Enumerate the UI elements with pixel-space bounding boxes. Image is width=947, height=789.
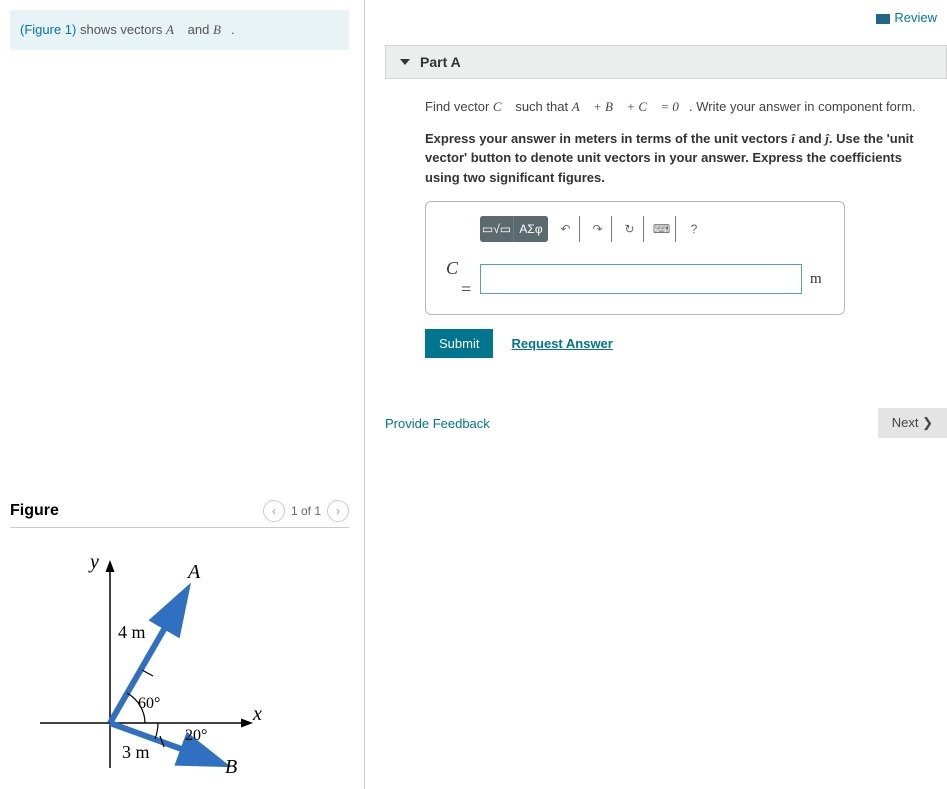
- svg-text:x: x: [252, 703, 262, 725]
- svg-text:3 m: 3 m: [122, 742, 150, 762]
- vector-b-symbol: B⃗: [213, 22, 231, 37]
- greek-button[interactable]: ΑΣφ: [514, 216, 548, 242]
- equation-toolbar: ▭√▭ ΑΣφ ↶ ↷ ↻ ⌨ ?: [480, 216, 830, 242]
- provide-feedback-link[interactable]: Provide Feedback: [385, 416, 490, 431]
- figure-next-button[interactable]: ›: [327, 500, 349, 522]
- answer-instructions: Express your answer in meters in terms o…: [425, 129, 927, 188]
- submit-button[interactable]: Submit: [425, 329, 493, 358]
- keyboard-button[interactable]: ⌨: [648, 216, 676, 242]
- question-prompt: Find vector C⃗ such that A⃗ + B⃗ + C⃗ = …: [425, 97, 927, 117]
- next-button[interactable]: Next ❯: [878, 408, 947, 438]
- figure-prev-button[interactable]: ‹: [263, 500, 285, 522]
- svg-text:20°: 20°: [185, 727, 207, 744]
- c-equals-label: C⃗ =: [440, 258, 472, 300]
- figure-page-indicator: 1 of 1: [291, 504, 321, 518]
- part-a-body: Find vector C⃗ such that A⃗ + B⃗ + C⃗ = …: [385, 79, 947, 368]
- svg-text:4 m: 4 m: [118, 622, 146, 642]
- left-panel: (Figure 1) shows vectors A⃗ and B⃗. Figu…: [0, 0, 365, 789]
- collapse-icon: [400, 59, 410, 65]
- review-link[interactable]: Review: [385, 10, 947, 25]
- svg-text:B⃗: B⃗: [225, 756, 253, 778]
- intro-text-1: shows vectors: [76, 22, 166, 37]
- svg-text:A⃗: A⃗: [186, 561, 216, 583]
- part-a-label: Part A: [420, 54, 461, 70]
- answer-box: ▭√▭ ΑΣφ ↶ ↷ ↻ ⌨ ? C⃗ = m: [425, 201, 845, 315]
- reset-button[interactable]: ↻: [616, 216, 644, 242]
- figure-section: Figure ‹ 1 of 1 ›: [10, 500, 349, 778]
- svg-text:60°: 60°: [138, 695, 160, 712]
- part-a-header[interactable]: Part A: [385, 45, 947, 79]
- answer-input[interactable]: [480, 264, 802, 294]
- intro-text-3: .: [231, 22, 235, 37]
- problem-statement: (Figure 1) shows vectors A⃗ and B⃗.: [10, 10, 349, 50]
- right-panel: Review Part A Find vector C⃗ such that A…: [365, 0, 947, 789]
- figure-diagram: y x A⃗ B⃗ 4 m 3 m 60° 20°: [30, 548, 290, 778]
- request-answer-link[interactable]: Request Answer: [511, 336, 612, 351]
- svg-text:y: y: [88, 551, 99, 573]
- figure-title: Figure: [10, 502, 59, 520]
- redo-button[interactable]: ↷: [584, 216, 612, 242]
- vector-a-symbol: A⃗: [166, 22, 184, 37]
- undo-button[interactable]: ↶: [552, 216, 580, 242]
- unit-label: m: [810, 271, 830, 288]
- figure-ref-link[interactable]: (Figure 1): [20, 22, 76, 37]
- intro-text-2: and: [184, 22, 213, 37]
- figure-pager: ‹ 1 of 1 ›: [263, 500, 349, 522]
- template-button[interactable]: ▭√▭: [480, 216, 514, 242]
- help-button[interactable]: ?: [680, 216, 708, 242]
